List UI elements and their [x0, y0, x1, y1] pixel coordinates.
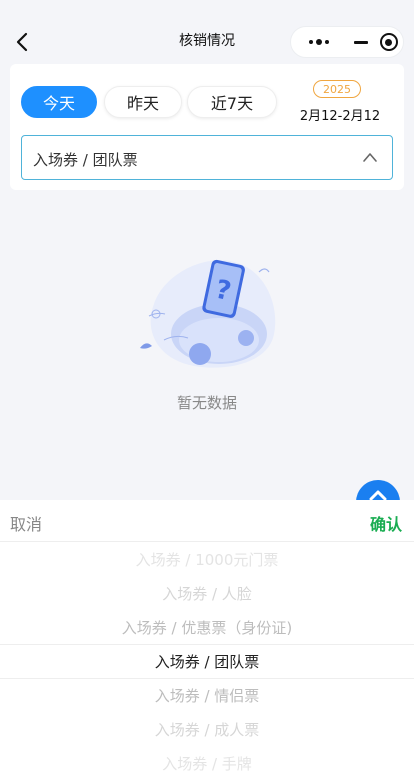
minimize-button[interactable]: [347, 27, 375, 57]
date-range[interactable]: 2月12-2月12: [290, 105, 390, 124]
empty-state-text: 暂无数据: [176, 394, 237, 412]
picker-option-selected[interactable]: 入场券 / 团队票: [0, 645, 414, 679]
close-button[interactable]: [375, 27, 403, 57]
picker-option[interactable]: 入场券 / 成人票: [0, 713, 414, 747]
tab-today[interactable]: 今天: [21, 86, 97, 118]
empty-phone-question-illustration: ?: [140, 259, 276, 368]
year-badge[interactable]: 2025: [313, 80, 361, 98]
picker-confirm-button[interactable]: 确认: [370, 511, 402, 535]
picker-option[interactable]: 入场券 / 优惠票（身份证): [0, 611, 414, 645]
select-value: 入场券 / 团队票: [33, 151, 138, 169]
more-dots-icon: [309, 39, 329, 45]
ticket-type-select[interactable]: 入场券 / 团队票: [21, 135, 393, 180]
nav-bar: 核销情况: [0, 0, 414, 64]
ticket-type-picker: 取消 确认 入场券 / 1000元门票 入场券 / 人脸 入场券 / 优惠票（身…: [0, 500, 414, 780]
tab-last-7-days[interactable]: 近7天: [187, 86, 277, 118]
more-button[interactable]: [291, 27, 347, 57]
tab-yesterday[interactable]: 昨天: [104, 86, 182, 118]
picker-option[interactable]: 入场券 / 情侣票: [0, 679, 414, 713]
picker-option[interactable]: 入场券 / 1000元门票: [0, 543, 414, 577]
picker-option[interactable]: 入场券 / 手牌: [0, 747, 414, 780]
minus-icon: [353, 40, 368, 44]
target-circle-icon: [379, 33, 398, 51]
picker-toolbar-divider: [0, 541, 414, 542]
mini-program-capsule: [290, 26, 404, 58]
filter-card: 今天 昨天 近7天 2025 2月12-2月12 入场券 / 团队票: [10, 64, 404, 190]
chevron-up-icon: [363, 153, 377, 162]
picker-option[interactable]: 入场券 / 人脸: [0, 577, 414, 611]
picker-cancel-button[interactable]: 取消: [10, 511, 42, 535]
